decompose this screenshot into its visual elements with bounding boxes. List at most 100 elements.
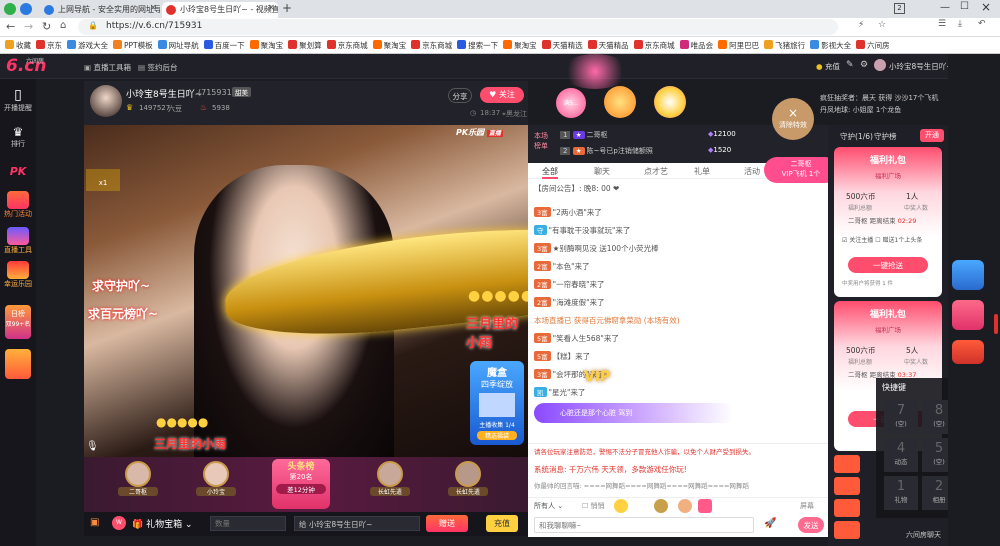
nav-daily[interactable]: 日榜 双99+名 (0, 305, 36, 339)
box-button[interactable]: 精选福袋 (477, 431, 517, 440)
bookmark-item[interactable]: 京东 (36, 40, 62, 51)
side-icon-1[interactable] (952, 260, 984, 290)
menu-icon[interactable]: ☰ (938, 19, 946, 29)
tab-gifts[interactable]: 礼单 (694, 166, 710, 177)
recipient-dropdown[interactable]: 所有人 ⌄ (534, 501, 578, 511)
bookmark-item[interactable]: 天猫精品 (587, 40, 629, 51)
recharge-link[interactable]: ● 充值 (816, 61, 840, 72)
shortcut-key-1[interactable]: 1 礼物 (884, 476, 918, 510)
chat-input[interactable] (534, 517, 754, 533)
home-icon[interactable]: ⌂ (60, 20, 66, 31)
tool-link-toolbox[interactable]: ▣ 直播工具箱 (84, 62, 131, 73)
nav-rank[interactable]: ♛ 排行 (0, 125, 36, 149)
nav-remind[interactable]: ▯ 开播提醒 (0, 87, 36, 113)
recharge-button[interactable]: 充值 (486, 515, 518, 532)
forward-icon[interactable]: → (24, 20, 33, 33)
wd-icon[interactable]: W (112, 516, 126, 530)
bookmark-item[interactable]: 阿里巴巴 (718, 40, 759, 51)
headline-rank[interactable]: 头条榜 第20名 差12分钟 (272, 459, 330, 509)
live-video[interactable]: PK乐园 直播 x1 求守护吖~ 求百元榜吖~ ●●●●● 三月里的小雨 ●●●… (84, 125, 658, 457)
rank-row-2[interactable]: 2 ★ 陈~号已p注销储额照 (560, 146, 653, 156)
vip-plane-banner[interactable]: 二哥枢 VIP飞机 1个 (764, 157, 838, 183)
tab-chat[interactable]: 聊天 (594, 166, 610, 177)
tab-talent[interactable]: 点才艺 (644, 166, 668, 177)
zoom-badge[interactable]: 2 (894, 3, 905, 14)
anchor-avatar[interactable] (90, 85, 122, 117)
gift-item[interactable] (834, 477, 860, 495)
emote-icon-2[interactable] (678, 499, 692, 513)
nav-lucky[interactable]: 幸运乐园 (0, 261, 36, 289)
minimize-icon[interactable]: — (940, 2, 950, 13)
browser-tab-1[interactable]: 上网导航 - 安全实用的网址导航 × (40, 2, 160, 18)
follow-button[interactable]: ♥ 关注 (480, 87, 524, 103)
gift-item-1[interactable]: 二哥枢 (118, 461, 158, 503)
tab-activity[interactable]: 活动 (744, 166, 760, 177)
rocket-icon[interactable]: 🚀 (764, 518, 776, 529)
reload-icon[interactable]: ↻ (42, 20, 51, 33)
download-icon[interactable]: ⤓ (958, 19, 962, 29)
bookmark-item[interactable]: 唯品会 (679, 40, 713, 51)
bookmark-item[interactable]: 聚淘宝 (249, 40, 283, 51)
bookmark-item[interactable]: 京东商城 (326, 40, 368, 51)
open-guard-button[interactable]: 开通 (920, 129, 944, 142)
pk-label[interactable]: PK乐园 直播 (456, 127, 503, 138)
bookmark-item[interactable]: 六间房 (856, 40, 890, 51)
event-badge-2[interactable] (604, 86, 636, 118)
lightning-icon[interactable]: ⚡ (858, 20, 864, 30)
whisper-checkbox[interactable]: ☐ 悄悄 (582, 501, 605, 511)
browser-tab-2[interactable]: 小玲宝8号生日吖~ - 视频直播 × (162, 2, 278, 18)
back-icon[interactable]: ← (6, 20, 15, 33)
bookmark-item[interactable]: 百度一下 (203, 40, 245, 51)
bookmark-item[interactable]: 网址导航 (157, 40, 199, 51)
close-window-icon[interactable]: × (981, 0, 991, 14)
mystery-box[interactable]: 魔盒 四季绽放 主播收集 1/4 精选福袋 (470, 361, 524, 445)
bookmark-item[interactable]: 聚淘宝 (503, 40, 537, 51)
settings-icon[interactable]: ⚙ (860, 60, 868, 70)
bookmark-item[interactable]: 搜索一下 (457, 40, 498, 51)
gift-item-4[interactable]: 长虹先遣 (448, 461, 488, 503)
shortcut-key-7[interactable]: 7 (空) (884, 400, 918, 434)
gift-item-2[interactable]: 小玲宝 (196, 461, 236, 503)
welfare-card-1[interactable]: 福利礼包 福利广场 500六币 1人 福利总额 中奖人数 二哥枢 距离结束 02… (834, 147, 942, 297)
gift-box-button[interactable]: 🎁 礼物宝箱 ⌄ (132, 517, 193, 530)
tool-link-backend[interactable]: ▤ 签约后台 (138, 62, 177, 73)
bookmark-item[interactable]: 游戏大全 (67, 40, 108, 51)
side-icon-2[interactable] (952, 300, 984, 330)
send-button[interactable]: 发送 (798, 517, 824, 533)
vip-emote-icon[interactable] (654, 499, 668, 513)
emoji-icon[interactable] (614, 499, 628, 513)
gift-item[interactable] (834, 455, 860, 473)
gift-item[interactable] (834, 499, 860, 517)
nav-pk[interactable]: PK (0, 165, 36, 178)
bookmark-item[interactable]: 京东商城 (633, 40, 675, 51)
mic-icon[interactable]: 🎙 (86, 441, 99, 452)
nav-tools[interactable]: 直播工具 (0, 227, 36, 255)
bookmark-item[interactable]: 京东商城 (411, 40, 452, 51)
url-input[interactable]: 🔒 https://v.6.cn/715931 (78, 19, 838, 35)
new-tab-icon[interactable]: + (282, 1, 292, 15)
star-icon[interactable]: ☆ (878, 20, 886, 30)
nav-promo[interactable] (0, 349, 36, 379)
side-icon-3[interactable] (952, 340, 984, 364)
bookmark-item[interactable]: 聚划算 (288, 40, 322, 51)
bottom-right-label[interactable]: 六间房聊天 (906, 530, 941, 540)
screen-toggle[interactable]: 屏幕 (800, 501, 814, 511)
user-avatar[interactable] (874, 59, 886, 71)
guard-tab[interactable]: 守护(1/6) (840, 131, 873, 142)
quantity-input[interactable] (210, 516, 286, 531)
recipient-select[interactable]: 给 小玲宝8号生日吖~ (294, 516, 420, 531)
guard-rank-tab[interactable]: 守护榜 (874, 131, 897, 142)
bookmark-item[interactable]: 飞猪旅行 (764, 40, 805, 51)
close-tab-icon[interactable]: × (149, 3, 157, 13)
rank-row-1[interactable]: 1 ★ 二哥枢 (560, 130, 608, 140)
close-tab-icon[interactable]: × (267, 3, 275, 13)
bookmark-item[interactable]: 收藏 (5, 40, 31, 51)
maximize-icon[interactable]: ☐ (960, 1, 969, 12)
event-badge-3[interactable] (654, 86, 686, 118)
gift-item[interactable] (834, 521, 860, 539)
share-button[interactable]: 分享 (448, 88, 472, 103)
nav-activity[interactable]: 热门活动 (0, 191, 36, 219)
scroll-indicator[interactable] (994, 314, 998, 334)
clear-effects-button[interactable]: × 清除特效 (772, 98, 814, 140)
shortcut-key-4[interactable]: 4 动态 (884, 438, 918, 472)
